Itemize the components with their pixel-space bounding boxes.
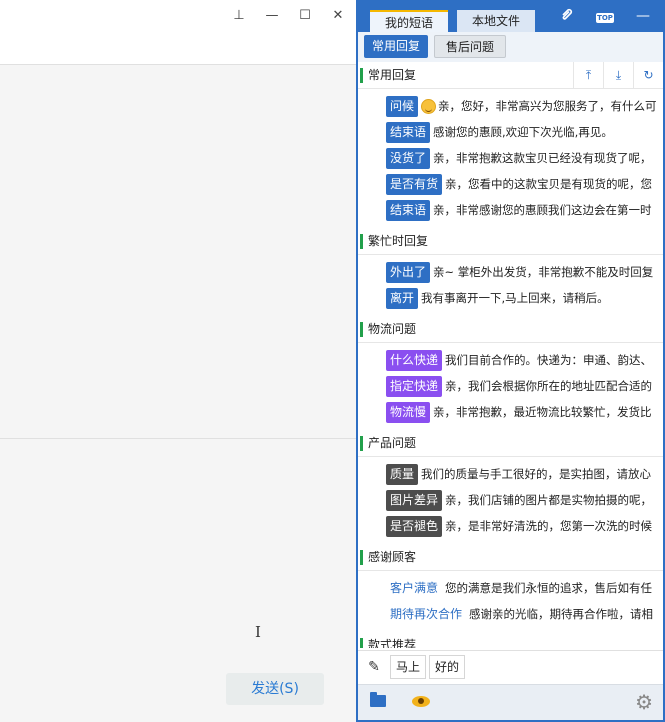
section-header[interactable]: 物流问题 (358, 316, 663, 343)
section-header[interactable]: 常用回复 ⤒ ⤓ ↻ (358, 62, 663, 89)
phrase-text: 亲，您好，非常高兴为您服务了，有什么可 (438, 99, 657, 113)
send-button[interactable]: 发送(S) (226, 673, 324, 705)
phrase-tag[interactable]: 什么快递 (386, 349, 443, 371)
phrase-item[interactable]: 离开 我有事离开一下,马上回来，请稍后。 (358, 286, 663, 310)
panel-header: 我的短语 本地文件 TOP — (358, 0, 663, 32)
pin-top-icon[interactable]: TOP (594, 6, 616, 26)
subtab-common-replies[interactable]: 常用回复 (364, 35, 428, 58)
section-tools: ⤒ ⤓ ↻ (573, 62, 663, 89)
phrase-item[interactable]: 结束语 感谢您的惠顾,欢迎下次光临,再见。 (358, 120, 663, 144)
eye-icon[interactable] (412, 696, 430, 707)
phrase-item[interactable]: 图片差异 亲，我们店铺的图片都是实物拍摄的呢， (358, 488, 663, 512)
phrase-tag[interactable]: 是否有货 (386, 173, 443, 195)
smile-emoji-icon (421, 98, 437, 114)
section-items: 外出了 亲~ 掌柜外出发货，非常抱歉不能及时回复 离开 我有事离开一下,马上回来，请稍… (358, 255, 663, 316)
section-title: 常用回复 (368, 68, 417, 82)
phrase-text: 我有事离开一下,马上回来，请稍后。 (421, 291, 609, 305)
phrase-tag[interactable]: 问候 (386, 95, 419, 117)
top-badge: TOP (596, 13, 614, 23)
quick-phrase-bar: ✎ 马上 好的 (358, 650, 663, 682)
panel-minimize-icon[interactable]: — (632, 6, 654, 26)
section-items: 什么快递 我们目前合作的。快递为：申通、韵达、 指定快递 亲，我们会根据你所在的地址匹… (358, 343, 663, 430)
phrase-item[interactable]: 外出了 亲~ 掌柜外出发货，非常抱歉不能及时回复 (358, 260, 663, 284)
refresh-icon[interactable]: ↻ (633, 62, 663, 89)
phrase-item[interactable]: 物流慢 亲，非常抱歉，最近物流比较繁忙，发货比 (358, 400, 663, 424)
folder-icon[interactable] (370, 692, 386, 707)
quick-phrase-button[interactable]: 马上 (390, 655, 427, 679)
phrase-item[interactable]: 问候 亲，您好，非常高兴为您服务了，有什么可 (358, 94, 663, 118)
pin-icon[interactable]: ⊥ (229, 6, 249, 26)
phrase-tag[interactable]: 结束语 (386, 199, 431, 221)
tab-my-phrases[interactable]: 我的短语 (370, 10, 448, 32)
section-items: 质量 我们的质量与手工很好的，是实拍图，请放心 图片差异 亲，我们店铺的图片都是实物拍… (358, 457, 663, 544)
section-title: 繁忙时回复 (368, 234, 429, 248)
phrase-text: 亲，非常抱歉这款宝贝已经没有现货了呢， (433, 151, 652, 165)
phrase-tag[interactable]: 外出了 (386, 261, 431, 283)
phrase-text: 亲，您看中的这款宝贝是有现货的呢，您 (445, 177, 653, 191)
attachment-icon[interactable] (556, 6, 578, 26)
phrase-tag[interactable]: 客户满意 (386, 578, 442, 599)
phrase-item[interactable]: 是否褪色 亲，是非常好清洗的，您第一次洗的时候 (358, 514, 663, 538)
section-items: 客户满意 您的满意是我们永恒的追求，售后如有任 期待再次合作 感谢亲的光临，期待再合作… (358, 571, 663, 632)
maximize-icon[interactable]: ☐ (295, 6, 315, 26)
phrase-tag[interactable]: 离开 (386, 287, 419, 309)
phrase-tag[interactable]: 结束语 (386, 121, 431, 143)
subtabs: 常用回复 售后问题 (358, 32, 663, 62)
phrase-tag[interactable]: 质量 (386, 463, 419, 485)
phrase-text: 亲，非常抱歉，最近物流比较繁忙，发货比 (433, 405, 652, 419)
phrase-text: 感谢亲的光临，期待再合作啦，请相 (469, 607, 654, 621)
phrase-tag[interactable]: 期待再次合作 (386, 604, 466, 625)
section-title: 款式推荐 (368, 638, 417, 648)
quick-phrase-button[interactable]: 好的 (429, 655, 466, 679)
move-bottom-icon[interactable]: ⤓ (603, 62, 633, 89)
phrase-item[interactable]: 什么快递 我们目前合作的。快递为：申通、韵达、 (358, 348, 663, 372)
phrase-text: 我们目前合作的。快递为：申通、韵达、 (445, 353, 653, 367)
section-title: 物流问题 (368, 322, 417, 336)
panel-footer: ⚙ (358, 684, 663, 720)
edit-pencil-icon[interactable]: ✎ (363, 656, 385, 678)
section-header[interactable]: 繁忙时回复 (358, 228, 663, 255)
quick-phrase-panel: 我的短语 本地文件 TOP — 常用回复 售后问题 常用回复 ⤒ ⤓ ↻ 问候 亲，您好，… (356, 0, 665, 722)
subtab-after-sales[interactable]: 售后问题 (434, 35, 506, 58)
section-header[interactable]: 感谢顾客 (358, 544, 663, 571)
chat-header (0, 32, 356, 65)
move-top-icon[interactable]: ⤒ (573, 62, 603, 89)
phrase-item[interactable]: 客户满意 您的满意是我们永恒的追求，售后如有任 (358, 576, 663, 600)
gear-icon[interactable]: ⚙ (635, 690, 653, 714)
section-items: 问候 亲，您好，非常高兴为您服务了，有什么可 结束语 感谢您的惠顾,欢迎下次光临,再见… (358, 89, 663, 228)
phrase-text: 亲，我们店铺的图片都是实物拍摄的呢， (445, 493, 653, 507)
phrase-item[interactable]: 期待再次合作 感谢亲的光临，期待再合作啦，请相 (358, 602, 663, 626)
section-title: 产品问题 (368, 436, 417, 450)
phrase-text: 感谢您的惠顾,欢迎下次光临,再见。 (433, 125, 613, 139)
close-icon[interactable]: ✕ (328, 6, 348, 26)
section-header[interactable]: 产品问题 (358, 430, 663, 457)
phrase-item[interactable]: 质量 我们的质量与手工很好的，是实拍图，请放心 (358, 462, 663, 486)
phrase-tag[interactable]: 是否褪色 (386, 515, 443, 537)
phrase-tag[interactable]: 没货了 (386, 147, 431, 169)
phrase-item[interactable]: 结束语 亲，非常感谢您的惠顾我们这边会在第一时 (358, 198, 663, 222)
attachment-glyph (562, 8, 573, 20)
minimize-icon[interactable]: — (262, 6, 282, 26)
chat-titlebar: ⊥ — ☐ ✕ (0, 0, 356, 32)
section-title: 感谢顾客 (368, 550, 417, 564)
phrase-tag[interactable]: 图片差异 (386, 489, 443, 511)
phrase-text: 您的满意是我们永恒的追求，售后如有任 (445, 581, 653, 595)
phrase-list[interactable]: 常用回复 ⤒ ⤓ ↻ 问候 亲，您好，非常高兴为您服务了，有什么可 结束语 感谢您的惠顾,欢迎… (358, 62, 663, 648)
phrase-item[interactable]: 指定快递 亲，我们会根据你所在的地址匹配合适的 (358, 374, 663, 398)
input-divider (0, 438, 356, 439)
phrase-text: 亲，非常感谢您的惠顾我们这边会在第一时 (433, 203, 652, 217)
phrase-tag[interactable]: 物流慢 (386, 401, 431, 423)
phrase-text: 我们的质量与手工很好的，是实拍图，请放心 (421, 467, 652, 481)
phrase-item[interactable]: 没货了 亲，非常抱歉这款宝贝已经没有现货了呢， (358, 146, 663, 170)
section-header[interactable]: 款式推荐 (358, 632, 663, 648)
phrase-text: 亲~ 掌柜外出发货，非常抱歉不能及时回复 (433, 265, 654, 279)
text-cursor-icon: I (255, 623, 261, 641)
phrase-item[interactable]: 是否有货 亲，您看中的这款宝贝是有现货的呢，您 (358, 172, 663, 196)
phrase-text: 亲，我们会根据你所在的地址匹配合适的 (445, 379, 653, 393)
phrase-text: 亲，是非常好清洗的，您第一次洗的时候 (445, 519, 653, 533)
tab-local-files[interactable]: 本地文件 (457, 10, 535, 32)
chat-window: ⊥ — ☐ ✕ I 发送(S) (0, 0, 356, 722)
phrase-tag[interactable]: 指定快递 (386, 375, 443, 397)
